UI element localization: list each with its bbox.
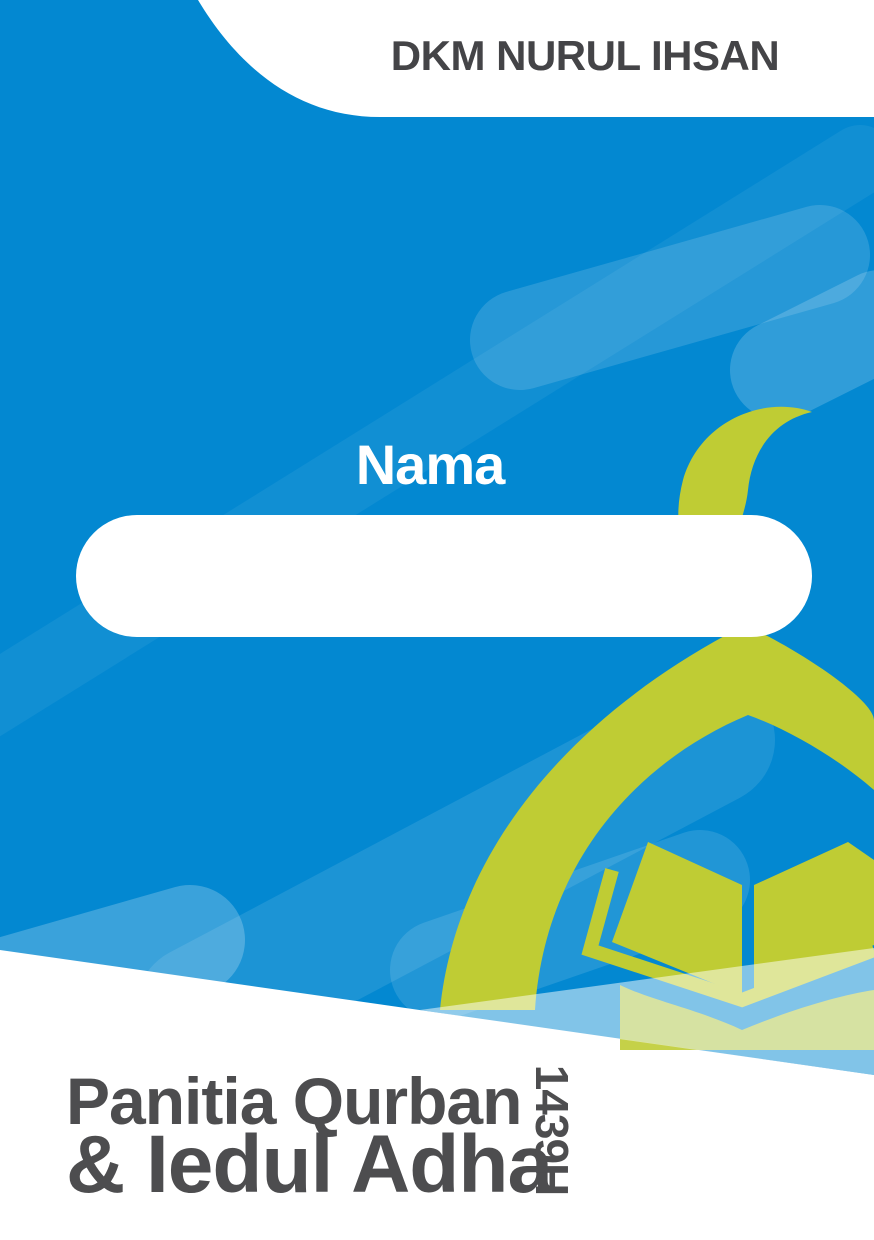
name-input[interactable]: [76, 515, 812, 637]
id-card: DKM NURUL IHSAN Nama Panitia Qurban & Ie…: [0, 0, 874, 1240]
event-year: 1439H: [526, 1064, 578, 1196]
name-label: Nama: [355, 433, 506, 496]
event-title-line2: & Iedul Adha: [66, 1119, 553, 1210]
organization-name: DKM NURUL IHSAN: [390, 32, 780, 79]
